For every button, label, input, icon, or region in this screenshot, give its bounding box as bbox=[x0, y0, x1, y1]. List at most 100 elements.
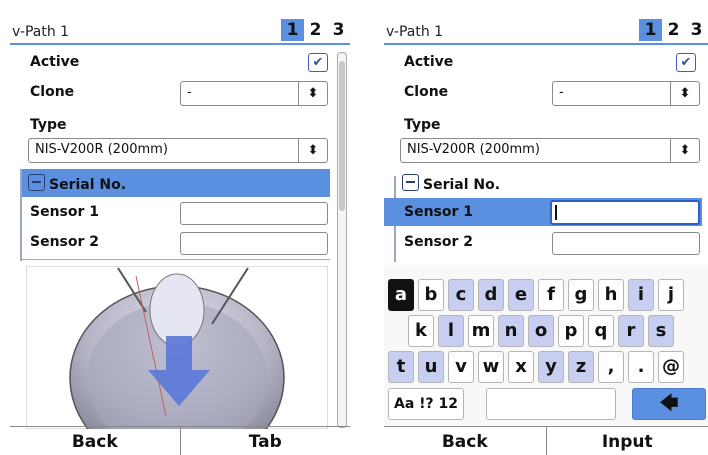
type-select[interactable]: NIS-V200R (200mm) ⬍ bbox=[400, 138, 700, 163]
group-bottom-line bbox=[20, 259, 330, 260]
key-w[interactable]: w bbox=[478, 351, 504, 383]
key-b[interactable]: b bbox=[418, 279, 444, 311]
key-comma[interactable]: , bbox=[598, 351, 624, 383]
input-button[interactable]: Input bbox=[545, 427, 708, 455]
spinner-icon[interactable]: ⬍ bbox=[670, 139, 699, 162]
clone-label: Clone bbox=[404, 84, 449, 100]
key-z[interactable]: z bbox=[568, 351, 594, 383]
key-t[interactable]: t bbox=[388, 351, 414, 383]
active-label: Active bbox=[404, 54, 454, 70]
type-value: NIS-V200R (200mm) bbox=[35, 142, 168, 157]
bottom-bar: Back Input bbox=[384, 426, 708, 455]
on-screen-keyboard: a b c d e f g h i j k l m n o p q r s t … bbox=[384, 265, 708, 425]
clone-row: Clone - ⬍ bbox=[384, 78, 708, 106]
header: v-Path 1 1 2 3 bbox=[10, 19, 350, 45]
active-row[interactable]: Active ✔ bbox=[10, 48, 336, 76]
key-h[interactable]: h bbox=[598, 279, 624, 311]
sensor2-label: Sensor 2 bbox=[404, 234, 474, 250]
collapse-icon[interactable] bbox=[402, 174, 419, 191]
page-title: v-Path 1 bbox=[386, 24, 444, 40]
tab-2[interactable]: 2 bbox=[304, 19, 327, 41]
tab-1[interactable]: 1 bbox=[281, 19, 304, 41]
backspace-icon: 🡄 bbox=[659, 393, 679, 414]
active-label: Active bbox=[30, 54, 80, 70]
key-p[interactable]: p bbox=[558, 315, 584, 347]
key-n[interactable]: n bbox=[498, 315, 524, 347]
sensor1-label: Sensor 1 bbox=[404, 204, 474, 220]
type-value: NIS-V200R (200mm) bbox=[407, 142, 540, 157]
key-r[interactable]: r bbox=[618, 315, 644, 347]
key-l[interactable]: l bbox=[438, 315, 464, 347]
key-x[interactable]: x bbox=[508, 351, 534, 383]
left-screen: v-Path 1 1 2 3 Active ✔ Clone - ⬍ Type N… bbox=[10, 0, 350, 455]
key-g[interactable]: g bbox=[568, 279, 594, 311]
active-checkbox[interactable]: ✔ bbox=[676, 53, 696, 72]
bottom-bar: Back Tab bbox=[10, 426, 350, 455]
sensor1-input[interactable] bbox=[550, 200, 700, 225]
key-o[interactable]: o bbox=[528, 315, 554, 347]
key-u[interactable]: u bbox=[418, 351, 444, 383]
clone-label: Clone bbox=[30, 84, 75, 100]
key-f[interactable]: f bbox=[538, 279, 564, 311]
type-row: Type bbox=[384, 111, 708, 139]
backspace-key[interactable]: 🡄 bbox=[632, 388, 706, 420]
header: v-Path 1 1 2 3 bbox=[384, 19, 708, 45]
active-row[interactable]: Active ✔ bbox=[384, 48, 708, 76]
tab-3[interactable]: 3 bbox=[685, 19, 708, 41]
key-s[interactable]: s bbox=[648, 315, 674, 347]
clone-select[interactable]: - ⬍ bbox=[180, 81, 328, 106]
sensor2-label: Sensor 2 bbox=[30, 234, 100, 250]
header-divider bbox=[384, 43, 708, 45]
key-c[interactable]: c bbox=[448, 279, 474, 311]
clone-value: - bbox=[187, 85, 192, 100]
key-k[interactable]: k bbox=[408, 315, 434, 347]
key-d[interactable]: d bbox=[478, 279, 504, 311]
sensor1-label: Sensor 1 bbox=[30, 204, 100, 220]
key-j[interactable]: j bbox=[658, 279, 684, 311]
text-caret bbox=[555, 205, 557, 220]
tab-2[interactable]: 2 bbox=[662, 19, 685, 41]
right-screen: v-Path 1 1 2 3 Active ✔ Clone - ⬍ Type N… bbox=[384, 0, 708, 455]
key-v[interactable]: v bbox=[448, 351, 474, 383]
serial-label: Serial No. bbox=[49, 177, 127, 193]
clone-value: - bbox=[559, 85, 564, 100]
clone-row: Clone - ⬍ bbox=[10, 78, 336, 106]
serial-label: Serial No. bbox=[423, 177, 501, 193]
key-space[interactable] bbox=[486, 388, 616, 420]
sensor2-input[interactable] bbox=[552, 232, 700, 255]
sensor1-row: Sensor 1 bbox=[10, 198, 336, 226]
serial-group-header[interactable]: Serial No. bbox=[22, 169, 330, 197]
spinner-icon[interactable]: ⬍ bbox=[670, 82, 699, 105]
type-row: Type bbox=[10, 111, 336, 139]
key-i[interactable]: i bbox=[628, 279, 654, 311]
spinner-icon[interactable]: ⬍ bbox=[298, 82, 327, 105]
key-q[interactable]: q bbox=[588, 315, 614, 347]
spinner-icon[interactable]: ⬍ bbox=[298, 139, 327, 162]
key-period[interactable]: . bbox=[628, 351, 654, 383]
header-divider bbox=[10, 43, 350, 45]
key-at[interactable]: @ bbox=[658, 351, 684, 383]
scrollbar[interactable] bbox=[337, 52, 347, 428]
key-a[interactable]: a bbox=[388, 279, 414, 311]
back-button[interactable]: Back bbox=[10, 427, 180, 455]
serial-group-header[interactable]: Serial No. bbox=[396, 169, 698, 197]
sensor2-row: Sensor 2 bbox=[10, 228, 336, 256]
key-e[interactable]: e bbox=[508, 279, 534, 311]
active-checkbox[interactable]: ✔ bbox=[308, 53, 328, 72]
type-label: Type bbox=[30, 117, 67, 133]
type-label: Type bbox=[404, 117, 441, 133]
collapse-icon[interactable] bbox=[28, 174, 45, 191]
sensor2-row: Sensor 2 bbox=[384, 228, 708, 256]
back-button[interactable]: Back bbox=[384, 427, 546, 455]
tab-1[interactable]: 1 bbox=[639, 19, 662, 41]
scrollbar-thumb[interactable] bbox=[339, 61, 345, 211]
sensor2-input[interactable] bbox=[180, 232, 328, 255]
clone-select[interactable]: - ⬍ bbox=[552, 81, 700, 106]
type-select[interactable]: NIS-V200R (200mm) ⬍ bbox=[28, 138, 328, 163]
key-y[interactable]: y bbox=[538, 351, 564, 383]
tab-button[interactable]: Tab bbox=[179, 427, 351, 455]
sensor1-input[interactable] bbox=[180, 202, 328, 225]
key-m[interactable]: m bbox=[468, 315, 494, 347]
key-mode-switch[interactable]: Aa !? 12 bbox=[388, 388, 464, 420]
tab-3[interactable]: 3 bbox=[327, 19, 350, 41]
